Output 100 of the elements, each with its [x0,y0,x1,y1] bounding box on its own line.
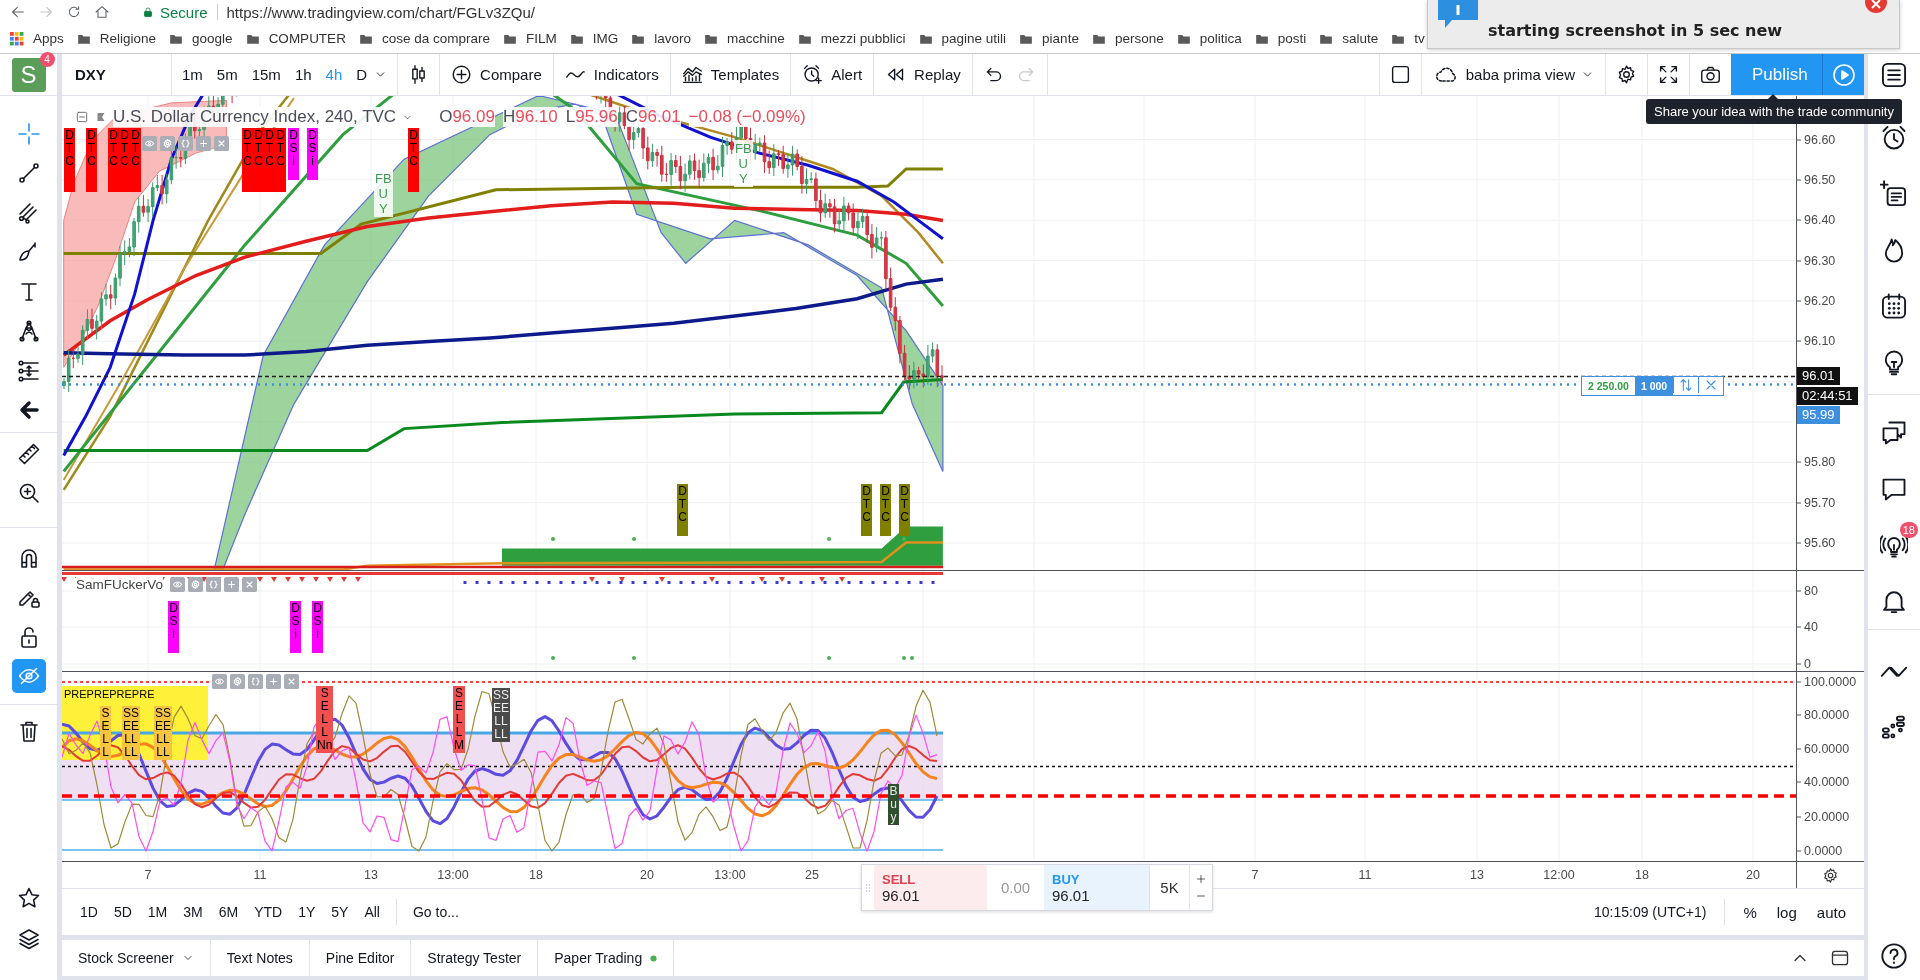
price-label: 40 [1797,619,1818,635]
interval-option[interactable]: D [349,54,375,95]
time-label: 18 [1635,868,1649,882]
indicators-menu[interactable]: Indicators [553,54,670,95]
clock-text[interactable]: 10:15:09 (UTC+1) [1593,904,1717,920]
bookmark-link[interactable]: persone [1091,31,1164,46]
signal-marker: D S i [307,128,318,180]
bookmark-link[interactable]: COMPUTER [245,31,346,46]
signal-marker: D T C [242,128,253,192]
layers-icon[interactable] [16,926,41,951]
list-icon[interactable] [1880,61,1908,89]
ohlc-value: C96.01 [625,107,681,127]
range-option[interactable]: 6M [210,904,247,920]
scale-option[interactable]: log [1766,903,1807,921]
panel-tab[interactable]: Strategy Tester [411,940,538,976]
panel-tab[interactable]: Text Notes [210,940,309,976]
star-icon[interactable] [16,885,41,910]
layout-menu[interactable]: baba prima view [1421,54,1605,95]
close-icon[interactable] [1864,0,1888,14]
interval-option[interactable]: 1h [287,54,319,95]
triangle-marker [619,577,625,582]
dot-marker [910,656,914,660]
price-label: 60.0000 [1797,741,1850,757]
range-option[interactable]: YTD [246,904,291,920]
compare-action[interactable]: Compare [440,54,553,95]
play-button[interactable] [1822,54,1864,95]
bookmark-link[interactable]: pagine utili [918,31,1007,46]
plus-icon[interactable] [1195,873,1207,885]
order-amount[interactable]: 2 250.00 [1582,377,1635,395]
signal-marker: D T C [899,484,910,536]
alarm-clock-icon[interactable] [1880,124,1908,152]
bookmark-link[interactable]: cose da comprare [358,31,490,46]
time-label: 7 [1251,868,1259,882]
ruler-icon[interactable] [16,441,41,466]
sell-button[interactable]: SELL 96.01 [874,865,987,910]
range-option[interactable]: All [356,904,388,920]
back-icon[interactable] [10,4,26,20]
settings-icon[interactable] [1616,64,1637,85]
panel-tab[interactable]: Paper Trading [538,940,674,976]
settings-icon[interactable] [1822,866,1839,884]
symbol-title[interactable]: U.S. Dollar Currency Index, 240, TVC [113,107,397,127]
alarm-plus-icon [802,64,824,85]
collapse-icon[interactable] [75,110,89,124]
signal-marker: SS EE LL LL [122,706,140,760]
templates-menu[interactable]: Templates [670,54,791,95]
list-sparkle-icon[interactable] [1880,180,1908,208]
help-icon[interactable] [1880,942,1908,970]
range-option[interactable]: 1Y [290,904,324,920]
bookmark-link[interactable]: Religione [76,31,157,46]
price-label: 0.0000 [1797,843,1843,859]
interval-option[interactable]: 5m [209,54,245,95]
time-label: 13:00 [714,868,746,882]
calendar-icon[interactable] [1880,292,1908,320]
time-label: 13 [364,868,378,882]
interval-option[interactable]: 1m [175,54,210,95]
symbol-search[interactable]: DXY [62,54,171,95]
bookmark-link[interactable]: lavoro [631,31,691,46]
tooltip-pointer-icon [1768,94,1778,99]
url-text[interactable]: https://www.tradingview.com/chart/FGLv3ZQu/ [226,3,535,21]
range-option[interactable]: 1M [139,904,176,920]
panel-icon[interactable] [1830,948,1850,968]
range-option[interactable]: 5Y [323,904,357,920]
bookmark-link[interactable]: posti [1254,31,1307,46]
scale-option[interactable]: % [1733,903,1767,921]
goto-link[interactable]: Go to... [405,904,467,920]
bookmark-link[interactable]: salute [1319,31,1379,46]
home-icon[interactable] [94,4,110,20]
triangle-marker [709,577,715,582]
bookmark-link[interactable]: IMG [569,31,619,46]
alert-action[interactable]: Alert [791,54,874,95]
panel-tab[interactable]: Stock Screener [62,940,210,976]
panel-tab[interactable]: Pine Editor [309,940,411,976]
bookmark-link[interactable]: FILM [502,31,557,46]
eye-off-icon[interactable] [11,659,46,694]
pattern-icon[interactable] [16,319,41,344]
time-label: 11 [1358,868,1372,882]
range-option[interactable]: 3M [175,904,211,920]
bookmark-link[interactable]: mezzi pubblici [797,31,906,46]
reload-icon[interactable] [66,4,82,20]
range-option[interactable]: 5D [105,904,140,920]
buy-button[interactable]: BUY 96.01 [1044,865,1149,910]
chat-bubbles-icon[interactable] [1880,419,1908,447]
time-label: 20 [640,868,654,882]
bookmark-link[interactable]: google [169,31,233,46]
square-icon[interactable] [1389,64,1411,85]
bookmark-link[interactable]: politica [1176,31,1242,46]
fullscreen-icon[interactable] [1658,64,1679,85]
camera-icon[interactable] [1700,64,1721,85]
bookmark-link[interactable]: macchine [704,31,785,46]
range-option[interactable]: 1D [72,904,106,920]
bookmark-link[interactable]: Apps [10,31,64,46]
triangle-marker [285,577,291,582]
replay-action[interactable]: Replay [874,54,972,95]
projection-icon[interactable] [16,358,41,383]
scale-option[interactable]: auto [1806,903,1856,921]
quantity-field[interactable]: 5K [1149,865,1189,910]
bookmark-link[interactable]: tv [1391,31,1425,46]
bookmark-link[interactable]: piante [1019,31,1079,46]
line-tool-icon[interactable] [16,161,41,186]
interval-option[interactable]: 15m [244,54,288,95]
